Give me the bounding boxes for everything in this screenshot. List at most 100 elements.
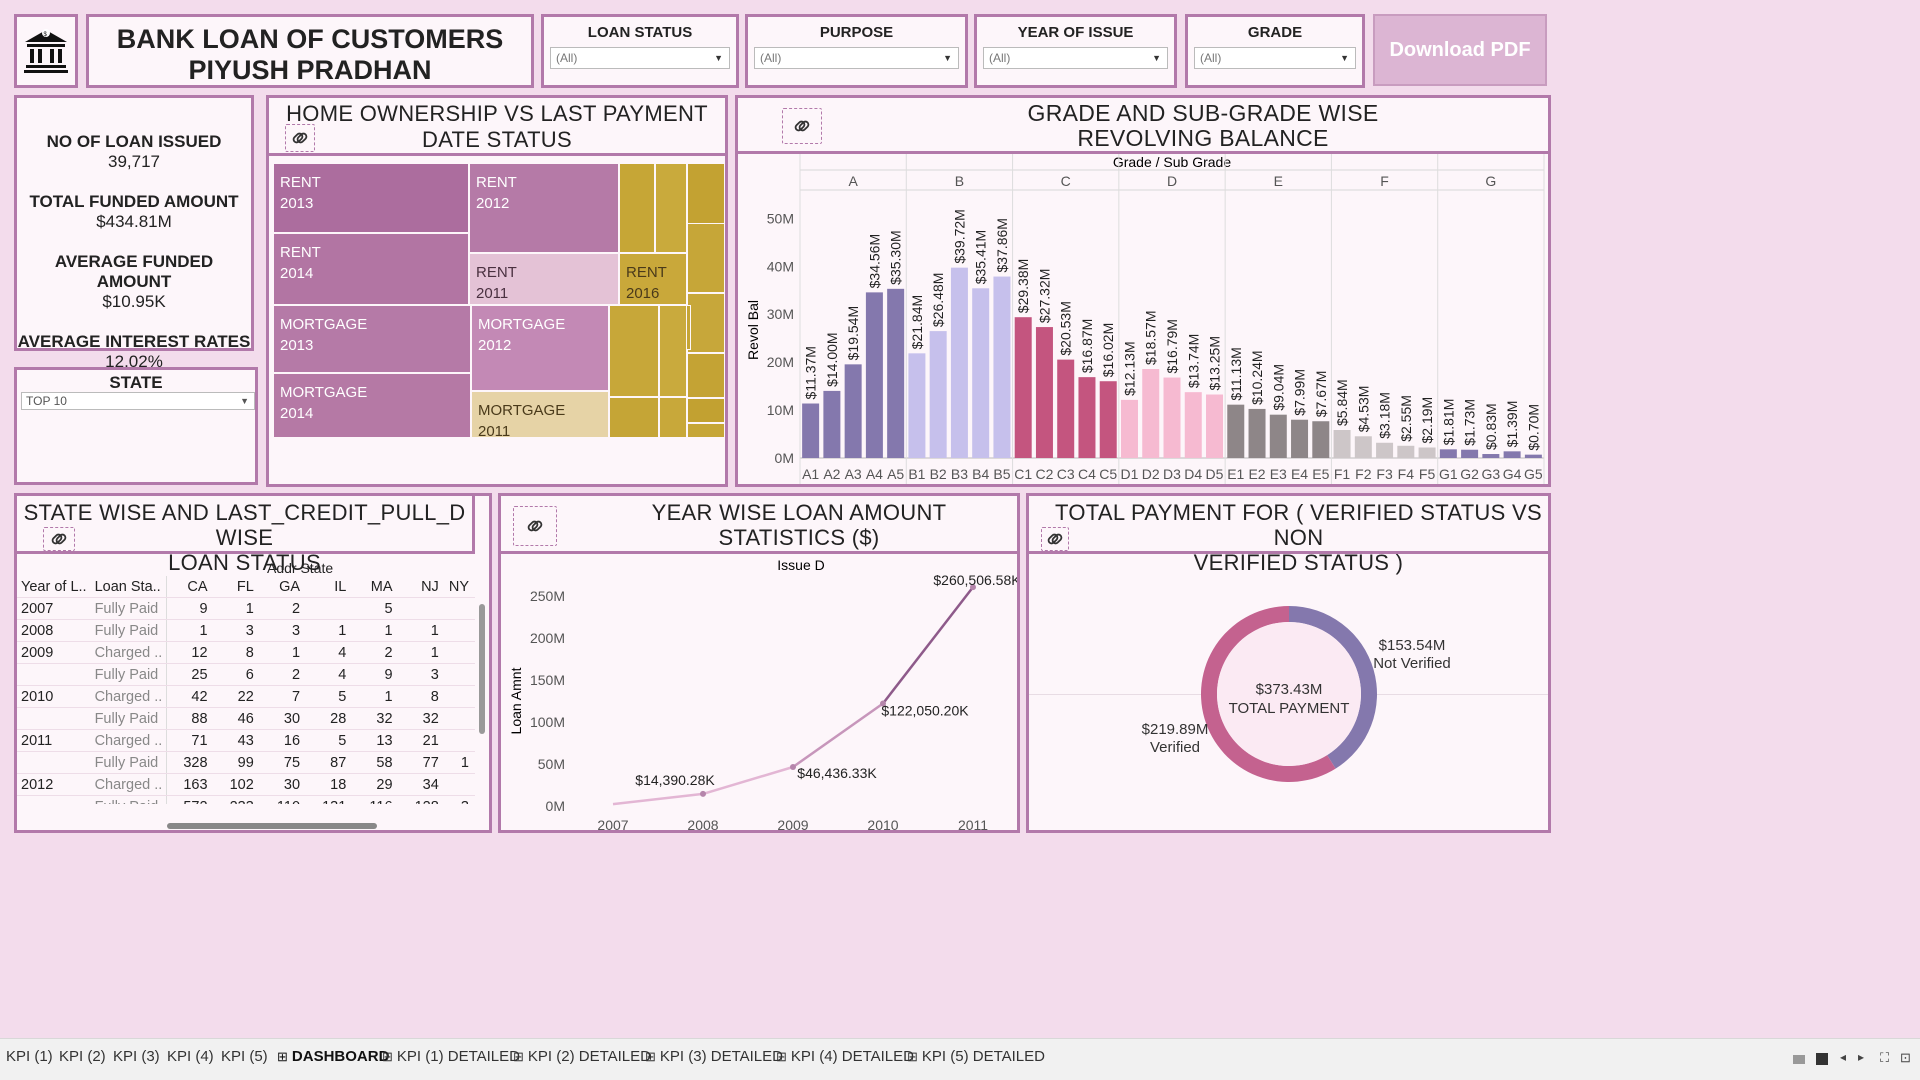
grade-bar	[1014, 317, 1032, 458]
grade-bar-label: $16.02M	[1100, 323, 1116, 377]
state-table-link-button[interactable]	[43, 527, 75, 551]
treemap-cell-small[interactable]	[687, 353, 725, 398]
treemap-owner: MORTGAGE	[478, 316, 566, 333]
grade-bar-label: $14.00M	[824, 332, 840, 386]
treemap-cell-small[interactable]	[659, 305, 687, 397]
sheet-tab-label: KPI (3)	[113, 1048, 160, 1065]
subgrade-tick: F3	[1376, 466, 1393, 482]
treemap-cell[interactable]: RENT 2013	[273, 163, 469, 233]
treemap-cell-small[interactable]	[609, 305, 659, 397]
row-year: 2011	[17, 729, 91, 752]
sheet-tab[interactable]: KPI (3)	[113, 1048, 160, 1065]
subgrade-tick: A5	[887, 466, 904, 482]
grade-chart-ytick: 50M	[767, 210, 794, 226]
donut-center-value: $373.43M	[1256, 681, 1323, 698]
vertical-scrollbar[interactable]	[479, 604, 485, 734]
table-cell: 99	[213, 751, 260, 774]
grade-bar-label: $2.19M	[1419, 397, 1435, 444]
treemap-cell[interactable]: MORTGAGE 2011	[471, 391, 609, 440]
treemap-cell-small[interactable]	[655, 163, 687, 253]
donut-link-button[interactable]	[1041, 527, 1069, 551]
sheet-tab[interactable]: ⊞ KPI (1) DETAILED	[382, 1048, 520, 1065]
state-table-title-line-1: STATE WISE AND LAST_CREDIT_PULL_D WISE	[23, 500, 466, 550]
filter-select[interactable]: (All) ▼	[983, 47, 1168, 69]
grade-chart-title-line-2: REVOLVING BALANCE	[1077, 125, 1329, 151]
filter-label: PURPOSE	[819, 24, 894, 41]
link-icon	[51, 533, 67, 545]
grade-bar	[1184, 392, 1202, 458]
chevron-down-icon: ▼	[943, 53, 952, 63]
treemap-cell-small[interactable]	[659, 397, 687, 438]
treemap-cell[interactable]: RENT 2011	[469, 253, 619, 305]
treemap-cell-small[interactable]	[687, 398, 725, 423]
sheet-tab[interactable]: KPI (5)	[221, 1048, 268, 1065]
grade-bar	[1333, 430, 1351, 458]
line-segment	[882, 586, 974, 705]
sheet-tab[interactable]: KPI (1)	[6, 1048, 53, 1065]
treemap-cell-small[interactable]	[687, 223, 725, 293]
grade-bar	[1227, 404, 1245, 458]
sheet-tab[interactable]: ⊞ KPI (2) DETAILED	[513, 1048, 651, 1065]
treemap-cell[interactable]: RENT 2016	[619, 253, 687, 305]
line-chart-title-line-1: YEAR WISE LOAN AMOUNT	[651, 500, 947, 525]
state-table-body: Addr State Year of L.. Loan Sta.. CA FL GA IL…	[17, 558, 475, 804]
treemap-cell[interactable]: MORTGAGE 2012	[471, 305, 609, 391]
subgrade-tick: D4	[1184, 466, 1202, 482]
state-table-panel: STATE WISE AND LAST_CREDIT_PULL_D WISE L…	[14, 493, 492, 833]
treemap-cell-small[interactable]	[687, 293, 725, 353]
table-cell: 8	[398, 685, 445, 708]
grade-chart-ytick: 20M	[767, 354, 794, 370]
prev-sheet-icon[interactable]: ◂	[1840, 1050, 1846, 1064]
grade-bar	[1312, 421, 1330, 458]
grade-bar	[1524, 454, 1542, 458]
treemap-panel: HOME OWNERSHIP VS LAST PAYMENT DATE STAT…	[266, 95, 728, 487]
table-cell: 2	[259, 663, 307, 686]
state-filter-select[interactable]: TOP 10 ▼	[21, 392, 255, 410]
sheet-tab[interactable]: ⊞ KPI (3) DETAILED	[645, 1048, 783, 1065]
line-point	[700, 790, 706, 797]
treemap-cell-small[interactable]	[619, 163, 655, 253]
treemap-cell-small[interactable]	[687, 423, 725, 438]
line-chart-ytick: 150M	[530, 672, 565, 688]
grade-bar	[1120, 399, 1138, 458]
filter-select[interactable]: (All) ▼	[1194, 47, 1356, 69]
treemap-link-button[interactable]	[285, 124, 315, 152]
grade-chart-link-button[interactable]	[782, 108, 822, 144]
sheet-tab[interactable]: KPI (2)	[59, 1048, 106, 1065]
line-data-label: $46,436.33K	[797, 765, 877, 781]
sheet-tab[interactable]: ⊞ DASHBOARD	[277, 1048, 389, 1065]
grade-bar-label: $11.13M	[1228, 347, 1244, 400]
single-view-icon[interactable]	[1816, 1053, 1828, 1065]
filter-loan-status: LOAN STATUS (All) ▼	[541, 14, 739, 88]
subgrade-tick: E3	[1270, 466, 1287, 482]
next-sheet-icon[interactable]: ▸	[1858, 1050, 1864, 1064]
grade-bar-label: $35.30M	[888, 230, 904, 284]
filter-select[interactable]: (All) ▼	[550, 47, 730, 69]
filter-select[interactable]: (All) ▼	[754, 47, 959, 69]
download-pdf-button[interactable]: Download PDF	[1373, 14, 1547, 86]
line-chart-link-button[interactable]	[513, 506, 557, 546]
grade-chart-header-label: Grade / Sub Grade	[1113, 154, 1232, 170]
grade-bar	[1482, 454, 1500, 458]
grid-view-icon[interactable]	[1793, 1055, 1805, 1064]
treemap-cell-small[interactable]	[609, 397, 659, 438]
state-filter-value: TOP 10	[26, 394, 67, 408]
table-cell: 1	[259, 641, 307, 664]
horizontal-scrollbar[interactable]	[167, 823, 377, 829]
sheet-tab[interactable]: ⊞ KPI (4) DETAILED	[776, 1048, 914, 1065]
line-data-label: $122,050.20K	[881, 702, 969, 718]
table-cell: 1	[213, 597, 260, 620]
sheet-tab[interactable]: ⊞ KPI (5) DETAILED	[907, 1048, 1045, 1065]
grade-bar	[1142, 369, 1160, 458]
table-row: Fully Paid 328 99 75 87 58 77 1	[17, 751, 475, 774]
table-cell: 71	[166, 729, 214, 752]
treemap-cell[interactable]: RENT 2012	[469, 163, 619, 253]
treemap-cell[interactable]: RENT 2014	[273, 233, 469, 305]
table-cell: 16	[259, 729, 307, 752]
sheet-tab[interactable]: KPI (4)	[167, 1048, 214, 1065]
exit-fullscreen-icon[interactable]: ⊡	[1900, 1050, 1911, 1066]
treemap-cell[interactable]: MORTGAGE 2014	[273, 373, 471, 438]
line-chart-header: YEAR WISE LOAN AMOUNT STATISTICS ($)	[501, 496, 1017, 554]
fullscreen-icon[interactable]: ⛶	[1880, 1050, 1889, 1066]
treemap-cell[interactable]: MORTGAGE 2013	[273, 305, 471, 373]
